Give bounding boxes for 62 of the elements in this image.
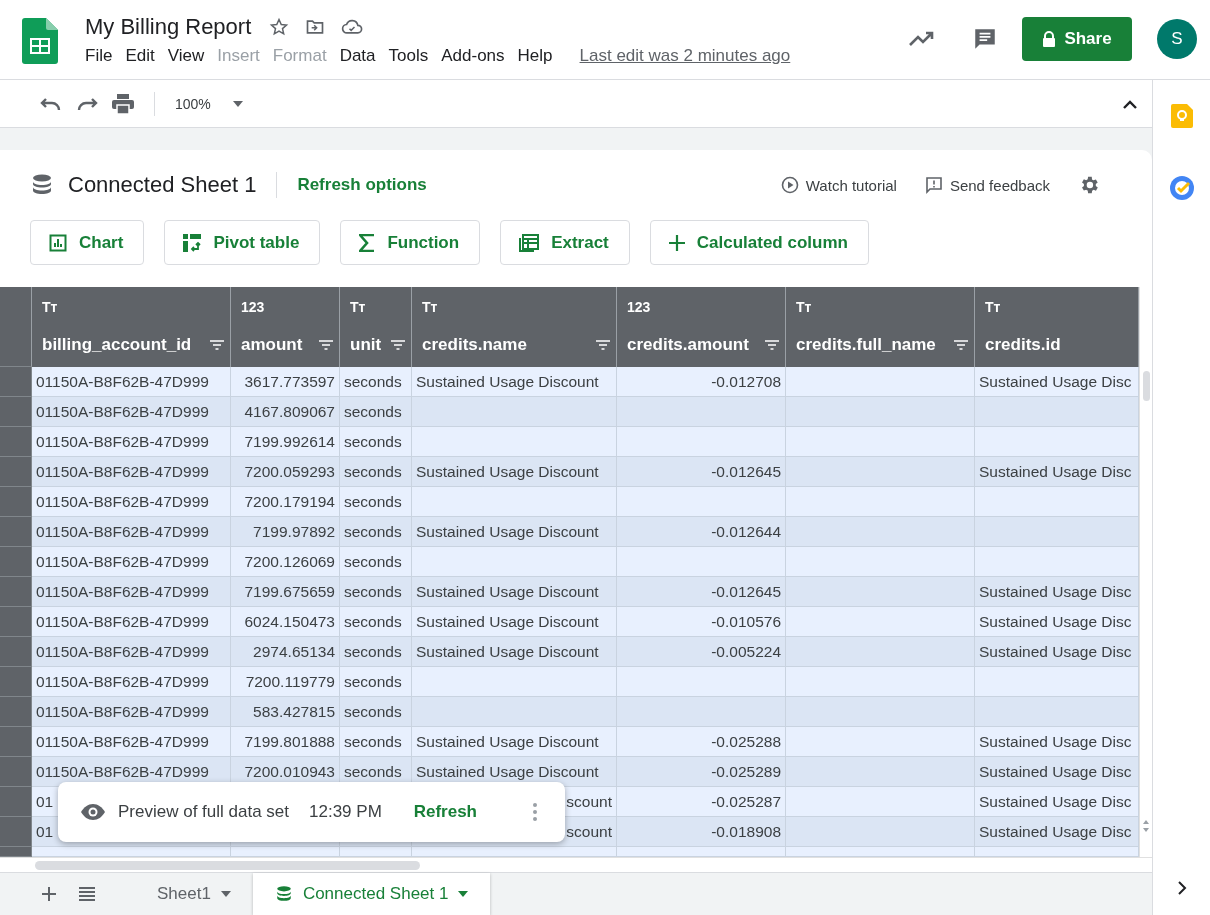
folder-icon[interactable] [305, 17, 326, 37]
collapse-icon[interactable] [1122, 98, 1138, 109]
menu-item[interactable]: Add-ons [435, 46, 512, 66]
panel-link[interactable]: Watch tutorial [780, 176, 897, 194]
toast-time: 12:39 PM [309, 802, 382, 822]
caret-icon[interactable] [458, 891, 469, 897]
expand-icon[interactable] [1176, 881, 1187, 895]
sheet-tab[interactable]: Connected Sheet 1 [252, 873, 491, 915]
action-button[interactable]: Extract [500, 220, 630, 265]
action-button[interactable]: Function [340, 220, 481, 265]
menu-icon[interactable] [79, 887, 95, 901]
action-button[interactable]: Calculated column [649, 220, 869, 265]
filter-icon[interactable] [954, 340, 968, 350]
document-title[interactable]: My Billing Report [85, 14, 252, 40]
menu-item[interactable]: Edit [119, 46, 162, 66]
menu-item[interactable]: Help [511, 46, 560, 66]
database-icon [30, 173, 54, 197]
print-icon[interactable] [112, 93, 134, 114]
menu-item[interactable]: Data [333, 46, 383, 66]
undo-icon[interactable] [40, 96, 62, 111]
pivot-icon [183, 233, 202, 252]
scrollbar-thumb[interactable] [1143, 371, 1150, 401]
plus-icon [668, 234, 685, 251]
cloud-icon[interactable] [341, 17, 364, 37]
panel-link[interactable]: Send feedback [924, 176, 1050, 194]
zoom-select[interactable]: 100% [175, 95, 211, 112]
tasks-icon[interactable] [1169, 176, 1194, 200]
filter-icon[interactable] [319, 340, 333, 350]
vertical-scrollbar[interactable] [1139, 287, 1152, 857]
caret-icon[interactable] [232, 100, 243, 107]
horizontal-scrollbar[interactable] [35, 860, 420, 870]
menu-item[interactable]: File [85, 46, 120, 66]
redo-icon[interactable] [76, 96, 98, 111]
feedback-icon [924, 176, 943, 194]
database-icon [274, 885, 293, 903]
table-icon [519, 233, 540, 252]
filter-icon[interactable] [596, 340, 610, 350]
corner-cell[interactable] [0, 287, 32, 367]
menu-item[interactable]: View [161, 46, 212, 66]
sheets-logo-icon[interactable] [22, 18, 58, 64]
star-icon[interactable] [269, 17, 290, 37]
action-button[interactable]: Chart [30, 220, 145, 265]
action-button[interactable]: Pivot table [164, 220, 321, 265]
lock-icon [1042, 31, 1057, 47]
filter-icon[interactable] [210, 340, 224, 350]
sheet-tab[interactable]: Sheet1 [135, 873, 253, 915]
avatar[interactable]: S [1157, 19, 1197, 59]
caret-icon[interactable] [220, 891, 231, 897]
eye-icon [80, 803, 106, 821]
refresh-options-link[interactable]: Refresh options [297, 175, 427, 195]
filter-icon[interactable] [765, 340, 779, 350]
filter-icon[interactable] [391, 340, 405, 350]
menu-item[interactable]: Tools [382, 46, 436, 66]
scroll-arrows-icon[interactable] [1142, 819, 1150, 833]
more-icon[interactable] [533, 803, 537, 821]
sheet-title: Connected Sheet 1 [68, 172, 257, 198]
play-icon [780, 176, 799, 194]
add-sheet-icon[interactable] [42, 887, 56, 901]
chart-icon [49, 233, 67, 252]
sigma-icon [359, 233, 376, 252]
last-edit-link[interactable]: Last edit was 2 minutes ago [579, 46, 791, 66]
share-button[interactable]: Share [1022, 17, 1132, 61]
